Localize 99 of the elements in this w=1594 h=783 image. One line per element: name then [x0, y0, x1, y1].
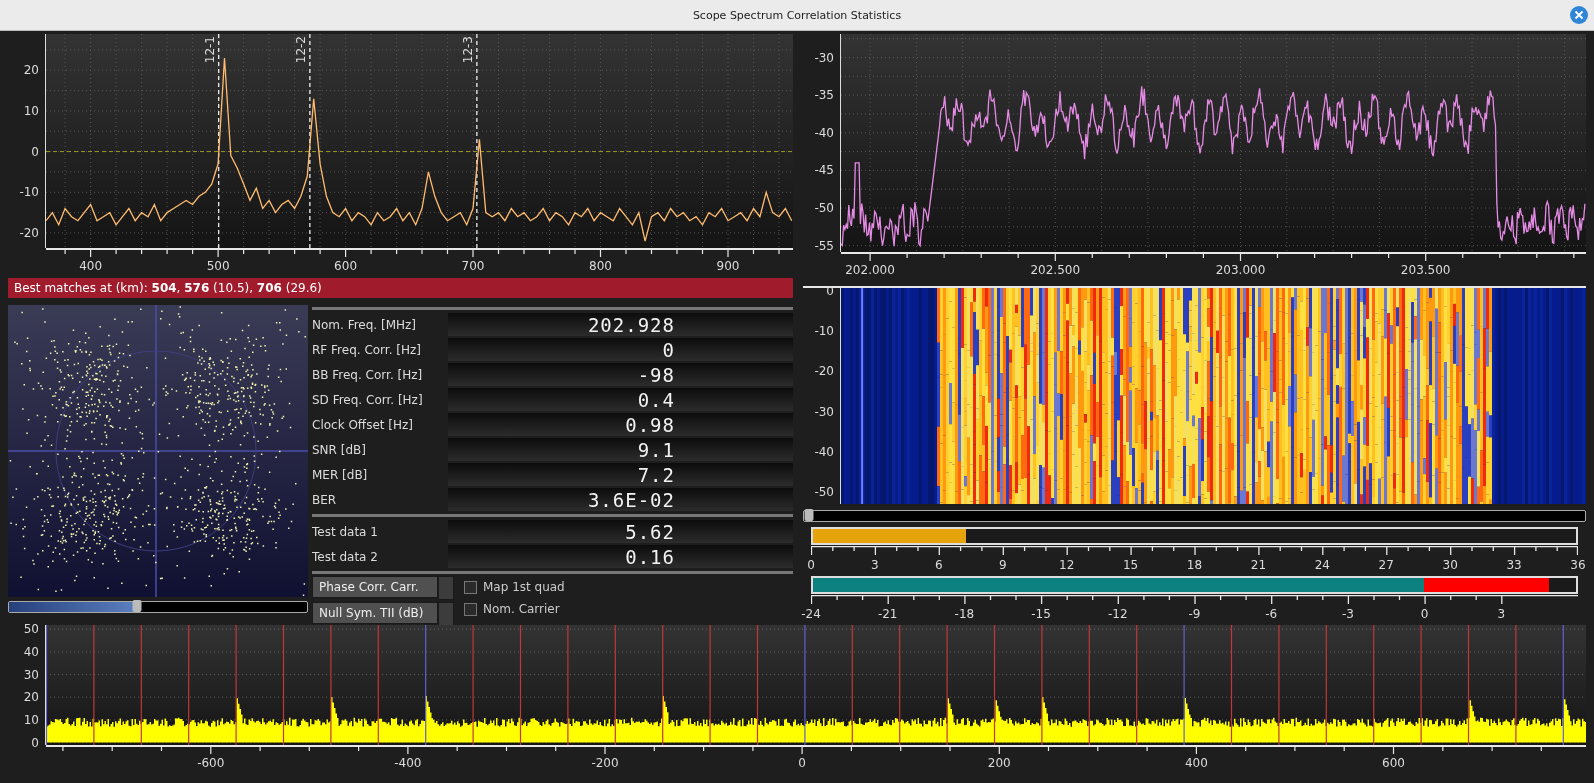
axis-label: 10 [23, 712, 39, 727]
scale-label: 0 [807, 558, 815, 572]
stat-label: Test data 1 [312, 523, 379, 541]
stat-label: RF Freq. Corr. [Hz] [312, 341, 422, 359]
axis-label: 200 [987, 756, 1011, 770]
window-title: Scope Spectrum Correlation Statistics [692, 8, 902, 22]
lcd-readout: 9.1 [448, 438, 793, 461]
axis-label: 900 [716, 259, 740, 273]
lcd-readout: 0.4 [448, 388, 793, 411]
lcd-readout: 0.98 [448, 413, 793, 436]
checkbox[interactable] [464, 602, 477, 616]
axis-label: 20 [23, 690, 39, 705]
option-button[interactable]: Null Sym. TII (dB) [312, 602, 438, 624]
scale-label: 9 [998, 558, 1007, 572]
scale-label: 3 [871, 558, 879, 572]
checkbox[interactable] [464, 580, 477, 594]
axis-label: -20 [19, 225, 39, 240]
scale-label: 33 [1506, 558, 1522, 572]
axis-label: 0 [31, 735, 39, 750]
scale-label: 36 [1570, 558, 1586, 572]
axis-label: 400 [79, 259, 103, 273]
checkbox-label[interactable]: Map 1st quad [483, 580, 565, 594]
axis-label: 800 [589, 259, 612, 273]
scale-label: 21 [1250, 558, 1267, 572]
axis-label: -10 [19, 185, 39, 200]
axis-label: 0 [826, 284, 834, 298]
scale-label: 27 [1378, 558, 1394, 572]
stat-label: SNR [dB] [312, 441, 367, 459]
axis-label: -30 [814, 50, 834, 65]
match-summary: Best matches at (km): 504, 576 (10.5), 706 (29.6) [8, 278, 793, 298]
axis-label: -40 [814, 444, 834, 459]
slider-thumb[interactable] [804, 509, 814, 521]
stat-label: Test data 2 [312, 548, 379, 566]
axis-label: -45 [814, 163, 834, 178]
scale-label: -9 [1188, 607, 1201, 621]
close-icon[interactable] [1570, 6, 1588, 24]
marker-label: 12-3 [460, 36, 475, 64]
checkbox-label[interactable]: Nom. Carrier [483, 602, 560, 616]
scale-label: -6 [1265, 607, 1278, 621]
axis-label: -50 [814, 200, 834, 215]
scale-label: -3 [1341, 607, 1354, 621]
lcd-readout: 0.16 [448, 545, 793, 568]
axis-label: 0 [31, 144, 39, 159]
waterfall-slider[interactable] [803, 510, 1586, 522]
scale-label: -15 [1031, 607, 1051, 621]
axis-label: 10 [23, 103, 39, 118]
lcd-readout: 3.6E-02 [448, 488, 793, 511]
axis-label: -600 [197, 756, 225, 770]
lcd-readout: 202.928 [448, 313, 793, 336]
stat-label: Clock Offset [Hz] [312, 416, 414, 434]
axis-label: 203.000 [1215, 263, 1266, 277]
marker-label: 12-1 [202, 36, 217, 64]
lcd-readout: 0 [448, 338, 793, 361]
scale-label: 24 [1314, 558, 1330, 572]
axis-label: 40 [23, 644, 39, 659]
scale-label: -12 [1108, 607, 1128, 621]
lcd-readout: -98 [448, 363, 793, 386]
slider-thumb[interactable] [132, 600, 142, 612]
axis-label: -30 [814, 404, 834, 419]
axis-label: 700 [461, 259, 485, 273]
axis-label: 20 [23, 63, 39, 78]
marker-label: 12-2 [293, 36, 308, 64]
axis-label: -50 [814, 484, 834, 499]
axis-label: -35 [814, 88, 834, 103]
scale-label: 30 [1442, 558, 1458, 572]
scale-label: -24 [801, 607, 821, 621]
axis-label: -55 [814, 238, 834, 253]
lcd-readout: 5.62 [448, 520, 793, 543]
axis-label: -10 [814, 324, 834, 339]
axis-label: 500 [206, 259, 230, 273]
scale-label: 6 [935, 558, 943, 572]
scale-label: -21 [877, 607, 898, 621]
axis-label: 0 [798, 756, 806, 770]
lcd-readout: 7.2 [448, 463, 793, 486]
scale-label: 12 [1059, 558, 1075, 572]
scale-label: 0 [1420, 607, 1429, 621]
axis-label: 202.500 [1030, 263, 1081, 277]
axis-label: 600 [334, 259, 357, 273]
scale-label: 15 [1122, 558, 1139, 572]
axis-label: 203.500 [1400, 263, 1451, 277]
stat-label: MER [dB] [312, 466, 369, 484]
axis-label: 202.000 [845, 263, 895, 277]
stat-label: Nom. Freq. [MHz] [312, 316, 417, 334]
axis-label: 30 [23, 667, 39, 682]
axis-label: -20 [814, 364, 834, 379]
stat-label: SD Freq. Corr. [Hz] [312, 391, 424, 409]
constellation-slider[interactable] [8, 601, 308, 613]
stat-label: BB Freq. Corr. [Hz] [312, 366, 424, 384]
stat-label: BER [312, 491, 338, 509]
axis-label: -400 [394, 756, 422, 770]
axis-label: -40 [814, 125, 834, 140]
scale-label: 3 [1497, 607, 1506, 621]
option-button[interactable]: Phase Corr. Carr. [312, 576, 438, 598]
scale-label: 18 [1186, 558, 1203, 572]
axis-label: 50 [23, 622, 39, 637]
axis-label: 600 [1382, 756, 1405, 770]
axis-label: 400 [1184, 756, 1208, 770]
axis-label: -200 [591, 756, 619, 770]
scale-label: -18 [954, 607, 975, 621]
